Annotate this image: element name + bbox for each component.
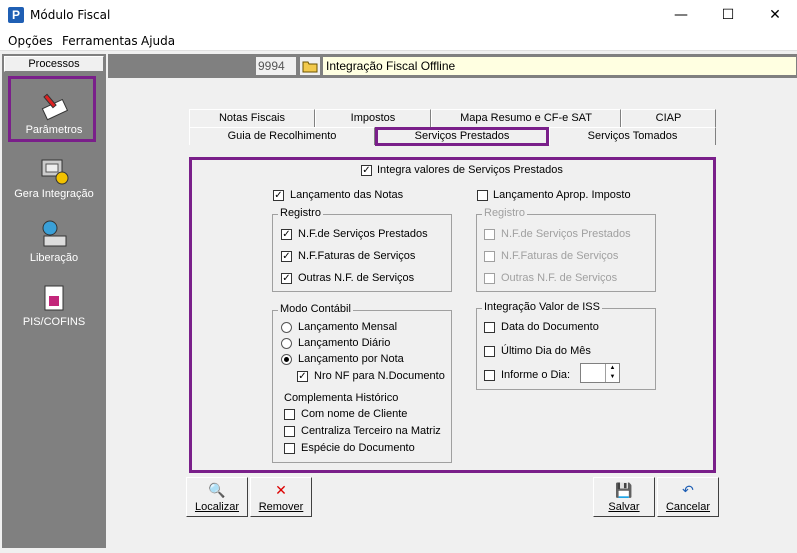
integration-title-field: Integração Fiscal Offline (322, 56, 797, 76)
lancamento-diario-label: Lançamento Diário (298, 337, 391, 349)
registro-disabled-nf-prestados-checkbox (484, 229, 495, 240)
lancamento-aprop-label: Lançamento Aprop. Imposto (493, 189, 631, 201)
registro-outras-nf-label: Outras N.F. de Serviços (298, 272, 415, 284)
menu-ajuda[interactable]: Ajuda (141, 34, 175, 48)
data-documento-label: Data do Documento (501, 321, 599, 333)
open-folder-button[interactable] (299, 56, 321, 76)
lancamento-por-nota-label: Lançamento por Nota (298, 353, 404, 365)
remover-button[interactable]: ✕ Remover (250, 477, 312, 517)
lancamento-por-nota-radio[interactable] (281, 354, 292, 365)
especie-documento-checkbox[interactable] (284, 443, 295, 454)
informe-dia-checkbox[interactable] (484, 370, 495, 381)
registro-nf-faturas-checkbox[interactable]: ✓ (281, 251, 292, 262)
sidebar-item-label: Gera Integração (14, 188, 94, 200)
undo-icon: ↶ (682, 482, 694, 498)
lancamento-mensal-label: Lançamento Mensal (298, 321, 398, 333)
integracao-iss-group-title: Integração Valor de ISS (482, 301, 602, 313)
registro-outras-nf-checkbox[interactable]: ✓ (281, 273, 292, 284)
registro-disabled-outras-nf-label: Outras N.F. de Serviços (501, 272, 618, 284)
registro-disabled-outras-nf-checkbox (484, 273, 495, 284)
especie-documento-label: Espécie do Documento (301, 442, 415, 454)
registro-group-title: Registro (278, 207, 323, 219)
registro-disabled-group-title: Registro (482, 207, 527, 219)
ultimo-dia-mes-checkbox[interactable] (484, 346, 495, 357)
selected-item-highlight (8, 76, 96, 142)
cancelar-label: Cancelar (665, 501, 711, 513)
tab-guia-recolhimento[interactable]: Guia de Recolhimento (189, 127, 375, 145)
ultimo-dia-mes-label: Último Dia do Mês (501, 345, 591, 357)
minimize-button[interactable]: — (658, 0, 704, 31)
lancamento-notas-label: Lançamento das Notas (290, 189, 404, 201)
registro-disabled-nf-faturas-label: N.F.Faturas de Serviços (501, 250, 619, 262)
generate-integration-icon (41, 159, 69, 185)
integra-label: Integra valores de Serviços Prestados (377, 164, 563, 176)
sidebar-header: Processos (4, 56, 104, 72)
localizar-button[interactable]: 🔍 Localizar (186, 477, 248, 517)
registro-nf-prestados-checkbox[interactable]: ✓ (281, 229, 292, 240)
window-title: Módulo Fiscal (30, 8, 111, 22)
centraliza-terceiro-checkbox[interactable] (284, 426, 295, 437)
nro-nf-checkbox[interactable]: ✓ (297, 371, 308, 382)
code-field: 9994 (255, 56, 297, 76)
menu-opcoes[interactable]: Opções (8, 34, 53, 48)
selected-tab-highlight (375, 127, 549, 146)
tab-impostos[interactable]: Impostos (315, 109, 431, 127)
registro-disabled-nf-faturas-checkbox (484, 251, 495, 262)
complementa-historico-label: Complementa Histórico (284, 392, 399, 404)
folder-icon (302, 61, 318, 73)
com-nome-cliente-checkbox[interactable] (284, 409, 295, 420)
sidebar-item-label: PIS/COFINS (22, 316, 86, 328)
app-icon: P (8, 7, 24, 23)
remover-label: Remover (258, 501, 304, 513)
menu-ferramentas[interactable]: Ferramentas (62, 34, 138, 48)
centraliza-terceiro-label: Centraliza Terceiro na Matriz (301, 425, 441, 437)
registro-disabled-nf-prestados-label: N.F.de Serviços Prestados (501, 228, 631, 240)
title-bar: P Módulo Fiscal — ☐ ✕ (0, 0, 797, 31)
registro-nf-prestados-label: N.F.de Serviços Prestados (298, 228, 428, 240)
informe-dia-label: Informe o Dia: (501, 369, 571, 381)
cancelar-button[interactable]: ↶ Cancelar (657, 477, 719, 517)
salvar-button[interactable]: 💾 Salvar (593, 477, 655, 517)
lancamento-diario-radio[interactable] (281, 338, 292, 349)
localizar-label: Localizar (194, 501, 240, 513)
close-icon: ✕ (275, 482, 287, 498)
tab-mapa-resumo[interactable]: Mapa Resumo e CF-e SAT (431, 109, 621, 127)
tab-notas-fiscais[interactable]: Notas Fiscais (189, 109, 315, 127)
release-icon (42, 220, 67, 247)
save-icon: 💾 (615, 482, 633, 498)
com-nome-cliente-label: Com nome de Cliente (301, 408, 408, 420)
search-icon: 🔍 (208, 482, 226, 498)
close-button[interactable]: ✕ (752, 0, 797, 31)
menu-bar: Opções Ferramentas Ajuda (0, 31, 797, 51)
modo-contabil-group-title: Modo Contábil (278, 303, 353, 315)
integra-checkbox[interactable]: ✓ (361, 165, 372, 176)
tab-servicos-tomados[interactable]: Serviços Tomados (549, 127, 716, 145)
spin-arrows-icon[interactable]: ▲ ▼ (605, 364, 619, 382)
data-documento-checkbox[interactable] (484, 322, 495, 333)
sidebar-item-gera-integracao[interactable]: Gera Integração (4, 148, 104, 208)
lancamento-aprop-checkbox[interactable] (477, 190, 488, 201)
sidebar-item-label: Liberação (29, 252, 79, 264)
lancamento-mensal-radio[interactable] (281, 322, 292, 333)
salvar-label: Salvar (608, 501, 640, 513)
pis-cofins-icon (44, 285, 64, 311)
nro-nf-label: Nro NF para N.Documento (314, 370, 445, 382)
maximize-button[interactable]: ☐ (705, 0, 751, 31)
dia-spin-input[interactable]: ▲ ▼ (580, 363, 620, 383)
sidebar-item-pis-cofins[interactable]: PIS/COFINS (4, 276, 104, 336)
tab-ciap[interactable]: CIAP (621, 109, 716, 127)
lancamento-notas-checkbox[interactable]: ✓ (273, 190, 284, 201)
sidebar-item-liberacao[interactable]: Liberação (4, 212, 104, 272)
registro-nf-faturas-label: N.F.Faturas de Serviços (298, 250, 416, 262)
